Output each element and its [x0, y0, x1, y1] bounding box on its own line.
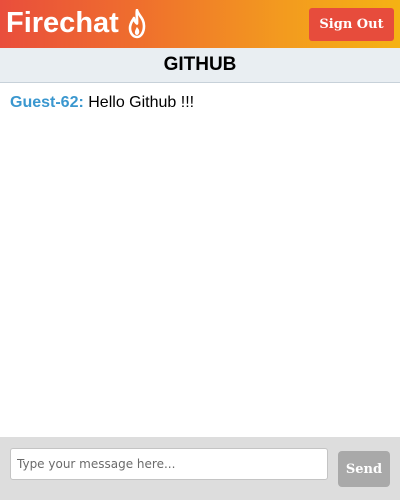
room-title-bar: GITHUB: [0, 48, 400, 83]
message-input[interactable]: [10, 448, 328, 480]
send-button[interactable]: Send: [338, 451, 390, 487]
message-text: Hello Github !!!: [88, 94, 195, 111]
app-logo: Firechat: [6, 7, 149, 40]
app-name: Firechat: [6, 7, 119, 39]
sign-out-button[interactable]: Sign Out: [309, 8, 394, 41]
room-title: GITHUB: [163, 54, 237, 75]
message-username: Guest-62:: [10, 94, 89, 111]
app-header: Firechat Sign Out: [0, 0, 400, 48]
flame-icon: [128, 8, 146, 38]
message-item: Guest-62: Hello Github !!!: [10, 94, 194, 112]
message-list: Guest-62: Hello Github !!!: [0, 83, 400, 437]
composer-bar: Send: [0, 437, 400, 500]
